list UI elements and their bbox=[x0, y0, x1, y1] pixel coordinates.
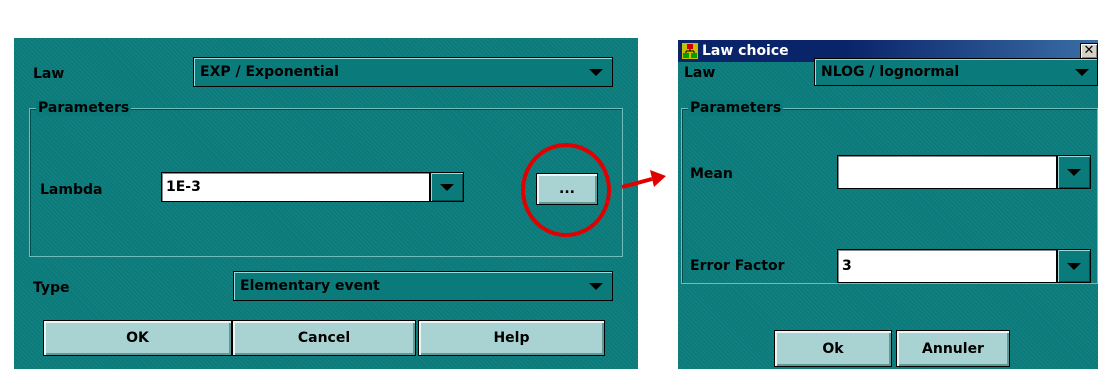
type-combo-value: Elementary event bbox=[240, 278, 380, 294]
law-combo-value: NLOG / lognormal bbox=[821, 64, 960, 80]
ok-button-label: OK bbox=[126, 330, 149, 346]
ok-button[interactable]: Ok bbox=[774, 330, 892, 367]
error-factor-label: Error Factor bbox=[690, 258, 785, 274]
ok-button-label: Ok bbox=[822, 340, 844, 357]
type-label: Type bbox=[33, 280, 70, 296]
error-factor-input[interactable]: 3 bbox=[837, 249, 1057, 283]
parameters-title: Parameters bbox=[688, 100, 784, 116]
cancel-button-label: Cancel bbox=[297, 330, 351, 346]
app-icon bbox=[682, 43, 698, 59]
help-button-label: Help bbox=[493, 330, 530, 346]
law-combo-value: EXP / Exponential bbox=[200, 64, 339, 80]
error-factor-dropdown-button[interactable] bbox=[1057, 249, 1091, 283]
law-label: Law bbox=[684, 65, 716, 81]
chevron-down-icon bbox=[440, 184, 454, 191]
lambda-dropdown-button[interactable] bbox=[430, 172, 464, 202]
lambda-input-value: 1E-3 bbox=[166, 179, 201, 195]
chevron-down-icon bbox=[1067, 263, 1081, 270]
chevron-down-icon bbox=[1067, 169, 1081, 176]
chevron-down-icon bbox=[1075, 69, 1089, 76]
mean-dropdown-button[interactable] bbox=[1057, 155, 1091, 189]
law-combo[interactable]: EXP / Exponential bbox=[193, 57, 613, 87]
close-button[interactable]: ✕ bbox=[1080, 43, 1098, 59]
help-button[interactable]: Help bbox=[418, 320, 605, 356]
chevron-down-icon bbox=[589, 69, 603, 76]
dialog-title: Law choice bbox=[702, 43, 789, 59]
law-choice-dialog: Law choice ✕ Law NLOG / lognormal Parame… bbox=[678, 40, 1098, 369]
type-combo[interactable]: Elementary event bbox=[233, 271, 613, 301]
cancel-button[interactable]: Cancel bbox=[232, 320, 416, 356]
mean-input[interactable] bbox=[837, 155, 1057, 189]
parameters-title: Parameters bbox=[36, 100, 132, 116]
law-label: Law bbox=[33, 66, 65, 82]
chevron-down-icon bbox=[589, 283, 603, 290]
law-combo[interactable]: NLOG / lognormal bbox=[814, 58, 1098, 86]
lambda-input[interactable]: 1E-3 bbox=[161, 172, 430, 202]
mean-label: Mean bbox=[690, 166, 733, 182]
cancel-button-label: Annuler bbox=[922, 340, 984, 357]
edit-event-dialog: Law EXP / Exponential Parameters Lambda … bbox=[14, 38, 638, 369]
cancel-button[interactable]: Annuler bbox=[896, 330, 1010, 367]
ellipsis-button[interactable]: ... bbox=[536, 173, 598, 205]
error-factor-input-value: 3 bbox=[842, 258, 852, 274]
lambda-label: Lambda bbox=[40, 182, 103, 198]
close-icon: ✕ bbox=[1083, 43, 1095, 58]
ellipsis-button-label: ... bbox=[559, 181, 575, 197]
ok-button[interactable]: OK bbox=[43, 320, 232, 356]
